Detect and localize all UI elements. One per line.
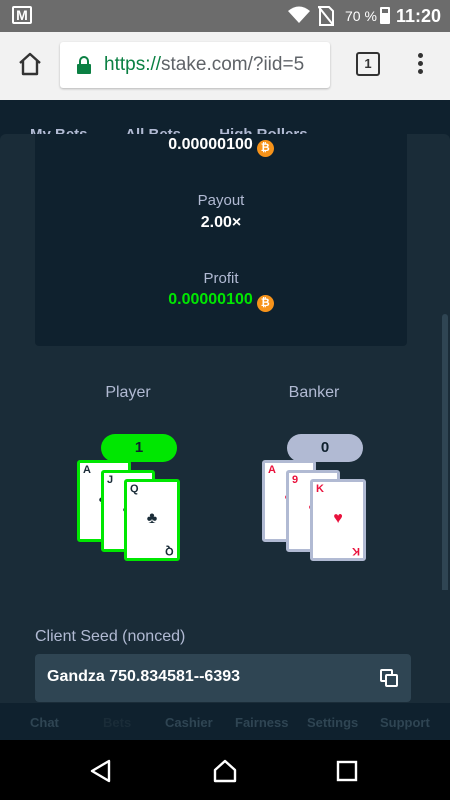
player-card: Q ♣ Q: [124, 479, 180, 561]
nav-chat[interactable]: Chat: [30, 715, 59, 730]
player-label: Player: [105, 384, 151, 401]
bet-amount: 0.00000100 ₿: [35, 136, 407, 157]
copy-icon[interactable]: [379, 668, 399, 688]
profit-value: 0.00000100 ₿: [35, 291, 407, 312]
tab-switcher-button[interactable]: 1: [356, 52, 380, 76]
page: My Bets All Bets High Rollers 0.00000100…: [0, 100, 450, 740]
heart-icon: ♥: [333, 510, 343, 527]
card-rank-bottom: Q: [165, 545, 174, 557]
status-bar: M 70 % 11:20: [0, 0, 450, 32]
card-rank: J: [107, 474, 114, 486]
payout-label: Payout: [197, 192, 245, 209]
bet-stats-panel: 0.00000100 ₿ Payout 2.00× Profit 0.000001…: [35, 134, 407, 346]
card-rank: A: [83, 464, 91, 476]
nav-settings[interactable]: Settings: [307, 715, 358, 730]
battery-icon: [380, 7, 390, 24]
profit-amount: 0.00000100: [168, 291, 253, 308]
nav-cashier[interactable]: Cashier: [165, 715, 213, 730]
banker-score-badge: 0: [287, 434, 363, 462]
wifi-icon: [288, 6, 310, 28]
overflow-menu-icon[interactable]: [412, 50, 428, 80]
card-rank: A: [268, 464, 276, 476]
card-rank: Q: [130, 483, 139, 495]
gmail-icon: M: [12, 6, 32, 24]
url-host: stake.com/?iid=5: [161, 54, 305, 75]
card-rank-bottom: K: [352, 545, 360, 557]
client-seed-field[interactable]: Gandza 750.834581--6393: [35, 654, 411, 702]
card-rank: K: [316, 483, 324, 495]
address-bar[interactable]: https://stake.com/?iid=5: [60, 42, 330, 88]
bitcoin-icon: ₿: [256, 140, 274, 157]
site-bottom-nav: Chat Bets Cashier Fairness Settings Supp…: [0, 703, 450, 741]
banker-card: K ♥ K: [310, 479, 366, 561]
nav-fairness[interactable]: Fairness: [235, 715, 288, 730]
client-seed-value: Gandza 750.834581--6393: [47, 668, 241, 685]
home-icon[interactable]: [16, 50, 44, 78]
profit-label: Profit: [203, 270, 239, 287]
url-text: https://stake.com/?iid=5: [104, 54, 304, 76]
battery-percent: 70 %: [345, 8, 377, 24]
payout-value: 2.00×: [200, 214, 242, 231]
back-icon[interactable]: [88, 758, 114, 784]
clock: 11:20: [396, 6, 442, 26]
player-score-badge: 1: [101, 434, 177, 462]
bet-details-modal: 0.00000100 ₿ Payout 2.00× Profit 0.000001…: [0, 134, 450, 644]
home-nav-icon[interactable]: [212, 758, 238, 784]
club-icon: ♣: [146, 510, 158, 527]
lock-icon: [76, 56, 92, 74]
android-nav-bar: [0, 740, 450, 800]
nav-bets[interactable]: Bets: [103, 715, 131, 730]
nav-support[interactable]: Support: [380, 715, 430, 730]
bet-amount-value: 0.00000100: [168, 136, 253, 153]
client-seed-label: Client Seed (nonced): [35, 628, 186, 645]
card-rank: 9: [292, 474, 299, 486]
no-sim-icon: [317, 5, 335, 32]
url-scheme: https://: [104, 54, 162, 75]
banker-label: Banker: [288, 384, 340, 401]
recent-apps-icon[interactable]: [334, 758, 360, 784]
bitcoin-icon: ₿: [256, 295, 274, 312]
browser-toolbar: https://stake.com/?iid=5 1: [0, 32, 450, 100]
